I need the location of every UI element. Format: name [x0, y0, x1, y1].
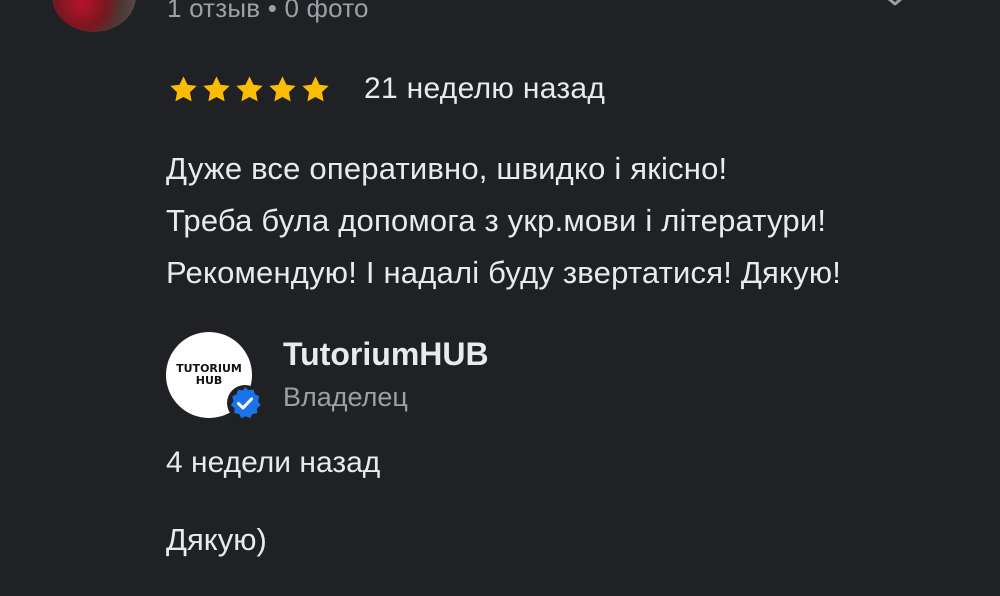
review-line: Треба була допомога з укр.мови і літерат…: [166, 203, 827, 238]
star-icon: [203, 75, 230, 101]
reviewer-meta: 1 отзыв • 0 фото: [167, 0, 369, 23]
star-icon: [236, 75, 263, 101]
reply-date: 4 недели назад: [166, 446, 381, 479]
star-icon: [269, 75, 296, 101]
review-card: 1 отзыв • 0 фото 21 неделю назад Дуже вс…: [0, 0, 1000, 596]
reply-text: Дякую): [166, 522, 267, 557]
reviewer-avatar[interactable]: [52, 0, 136, 32]
owner-name[interactable]: TutoriumHUB: [283, 336, 489, 373]
review-line: Рекомендую! І надалі буду звертатися! Дя…: [166, 255, 842, 290]
review-date: 21 неделю назад: [364, 72, 606, 105]
owner-role: Владелец: [283, 382, 408, 412]
verified-check-icon: [227, 385, 263, 421]
star-icon: [302, 75, 329, 101]
more-options-icon[interactable]: [872, 0, 918, 18]
owner-logo-line: HUB: [195, 374, 223, 387]
star-icon: [170, 75, 197, 101]
rating-row: 21 неделю назад: [168, 72, 605, 106]
review-line: Дуже все оперативно, швидко і якісно!: [166, 151, 728, 186]
star-rating: [168, 74, 331, 105]
review-text: Дуже все оперативно, швидко і якісно! Тр…: [166, 143, 841, 299]
